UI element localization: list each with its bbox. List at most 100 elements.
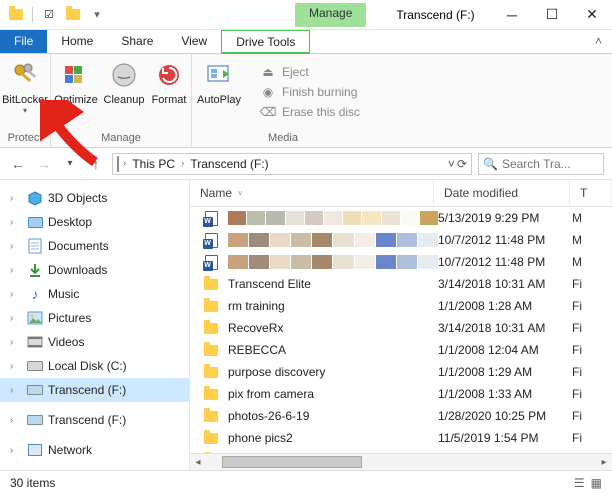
sidebar-item[interactable]: ›Desktop [0, 210, 189, 234]
file-row[interactable]: REBECCA1/1/2008 12:04 AMFi [190, 339, 612, 361]
file-row[interactable]: Transcend Elite3/14/2018 10:31 AMFi [190, 273, 612, 295]
sidebar-item-network[interactable]: ›Network [0, 438, 189, 462]
nav-forward-button[interactable]: → [34, 154, 54, 174]
nav-recent-button[interactable]: ▾ [60, 154, 80, 174]
thumbnails-view-button[interactable]: ▦ [591, 476, 602, 490]
sidebar-item-label: Local Disk (C:) [48, 359, 127, 373]
cleanup-button[interactable]: Cleanup [101, 54, 147, 130]
folder-icon [26, 334, 44, 350]
main-area: ›3D Objects›Desktop›Documents›Downloads›… [0, 180, 612, 470]
expander-icon[interactable]: › [10, 337, 22, 348]
sidebar-item[interactable]: ›♪Music [0, 282, 189, 306]
sidebar-item[interactable]: ›3D Objects [0, 186, 189, 210]
chevron-right-icon[interactable]: › [123, 158, 126, 169]
file-row[interactable]: purpose discovery1/1/2008 1:29 AMFi [190, 361, 612, 383]
file-row[interactable]: rm training1/1/2008 1:28 AMFi [190, 295, 612, 317]
tab-file[interactable]: File [0, 30, 47, 53]
expander-icon[interactable]: › [10, 217, 22, 228]
file-date: 3/14/2018 10:31 AM [438, 321, 568, 335]
ribbon-collapse-button[interactable]: ˄ [585, 30, 612, 53]
file-name: pix from camera [228, 387, 438, 401]
nav-up-button[interactable]: ↑ [86, 154, 106, 174]
sidebar-item[interactable]: › Local Disk (C:) [0, 354, 189, 378]
breadcrumb-segment[interactable]: This PC [130, 157, 177, 171]
eject-button[interactable]: ⏏Eject [254, 62, 366, 82]
file-row[interactable]: RecoveRx3/14/2018 10:31 AMFi [190, 317, 612, 339]
sidebar-item[interactable]: ›Videos [0, 330, 189, 354]
breadcrumb[interactable]: › This PC › Transcend (F:) ˅ ⟳ [112, 153, 472, 175]
chevron-right-icon[interactable]: › [181, 158, 184, 169]
eject-icon: ⏏ [260, 64, 276, 80]
window-title: Transcend (F:) [396, 8, 474, 22]
sidebar-item[interactable]: › Transcend (F:) [0, 378, 189, 402]
file-row[interactable]: pix from camera1/1/2008 1:33 AMFi [190, 383, 612, 405]
minimize-button[interactable]: ─ [492, 0, 532, 30]
expander-icon[interactable]: › [10, 445, 22, 456]
sidebar-item[interactable]: ›Documents [0, 234, 189, 258]
scroll-left-button[interactable]: ◂ [190, 454, 206, 470]
sidebar-item[interactable]: ›Transcend (F:) [0, 408, 189, 432]
group-label-media: Media [192, 130, 374, 147]
refresh-button[interactable]: ⟳ [457, 157, 467, 171]
sidebar-item-label: Transcend (F:) [48, 383, 126, 397]
file-row[interactable]: 10/7/2012 11:48 PMM [190, 251, 612, 273]
nav-back-button[interactable]: ← [8, 154, 28, 174]
breadcrumb-dropdown-icon[interactable]: ˅ [448, 157, 455, 171]
scrollbar-thumb[interactable] [222, 456, 362, 468]
expander-icon[interactable]: › [10, 313, 22, 324]
qat-overflow-icon[interactable]: ▾ [89, 7, 105, 23]
file-type: M [568, 211, 612, 225]
tab-share[interactable]: Share [107, 30, 167, 53]
cleanup-label: Cleanup [104, 94, 145, 106]
search-box[interactable]: 🔍 [478, 153, 604, 175]
scroll-right-button[interactable]: ▸ [596, 454, 612, 470]
autoplay-icon [204, 60, 234, 90]
expander-icon[interactable]: › [10, 241, 22, 252]
checkbox-qat-icon[interactable]: ☑ [41, 7, 57, 23]
format-button[interactable]: Format [147, 54, 191, 130]
folder-icon: ♪ [26, 286, 44, 302]
tab-drive-tools[interactable]: Drive Tools [221, 30, 310, 54]
expander-icon[interactable]: › [10, 415, 22, 426]
tab-home[interactable]: Home [47, 30, 107, 53]
horizontal-scrollbar[interactable]: ◂ ▸ [190, 453, 612, 470]
file-date: 1/1/2008 1:28 AM [438, 299, 568, 313]
sidebar-item[interactable]: ›Pictures [0, 306, 189, 330]
file-row[interactable]: 10/7/2012 11:48 PMM [190, 229, 612, 251]
column-name[interactable]: Name˅ [190, 180, 434, 206]
expander-icon[interactable]: › [10, 289, 22, 300]
file-type: M [568, 233, 612, 247]
folder-qat-icon[interactable] [65, 7, 81, 23]
file-row[interactable]: phone pics211/5/2019 1:54 PMFi [190, 427, 612, 449]
bitlocker-button[interactable]: BitLocker ▾ [0, 54, 50, 130]
expander-icon[interactable]: › [10, 361, 22, 372]
status-bar: 30 items ☰ ▦ [0, 470, 612, 494]
search-input[interactable] [502, 157, 599, 171]
maximize-button[interactable]: ☐ [532, 0, 572, 30]
file-row[interactable]: 5/13/2019 9:29 PMM [190, 207, 612, 229]
navigation-pane[interactable]: ›3D Objects›Desktop›Documents›Downloads›… [0, 180, 190, 470]
erase-disc-button[interactable]: ⌫Erase this disc [254, 102, 366, 122]
expander-icon[interactable]: › [10, 265, 22, 276]
ribbon-body: BitLocker ▾ Protect Optimize Cleanup For… [0, 54, 612, 148]
autoplay-button[interactable]: AutoPlay [192, 54, 246, 130]
optimize-icon [61, 60, 91, 90]
column-type[interactable]: T [570, 180, 612, 206]
folder-icon [26, 358, 44, 374]
tab-view[interactable]: View [167, 30, 221, 53]
file-list[interactable]: 5/13/2019 9:29 PMM10/7/2012 11:48 PMM10/… [190, 207, 612, 453]
optimize-button[interactable]: Optimize [51, 54, 101, 130]
file-name: phone pics2 [228, 431, 438, 445]
column-date-modified[interactable]: Date modified [434, 180, 570, 206]
file-type: Fi [568, 431, 612, 445]
breadcrumb-segment[interactable]: Transcend (F:) [188, 157, 270, 171]
details-view-button[interactable]: ☰ [574, 476, 585, 490]
expander-icon[interactable]: › [10, 193, 22, 204]
close-button[interactable]: ✕ [572, 0, 612, 30]
file-row[interactable]: photos-26-6-191/28/2020 10:25 PMFi [190, 405, 612, 427]
expander-icon[interactable]: › [10, 385, 22, 396]
folder-icon [26, 214, 44, 230]
finish-burning-button[interactable]: ◉Finish burning [254, 82, 366, 102]
sidebar-item[interactable]: ›Downloads [0, 258, 189, 282]
drive-mini-icon [117, 157, 119, 171]
